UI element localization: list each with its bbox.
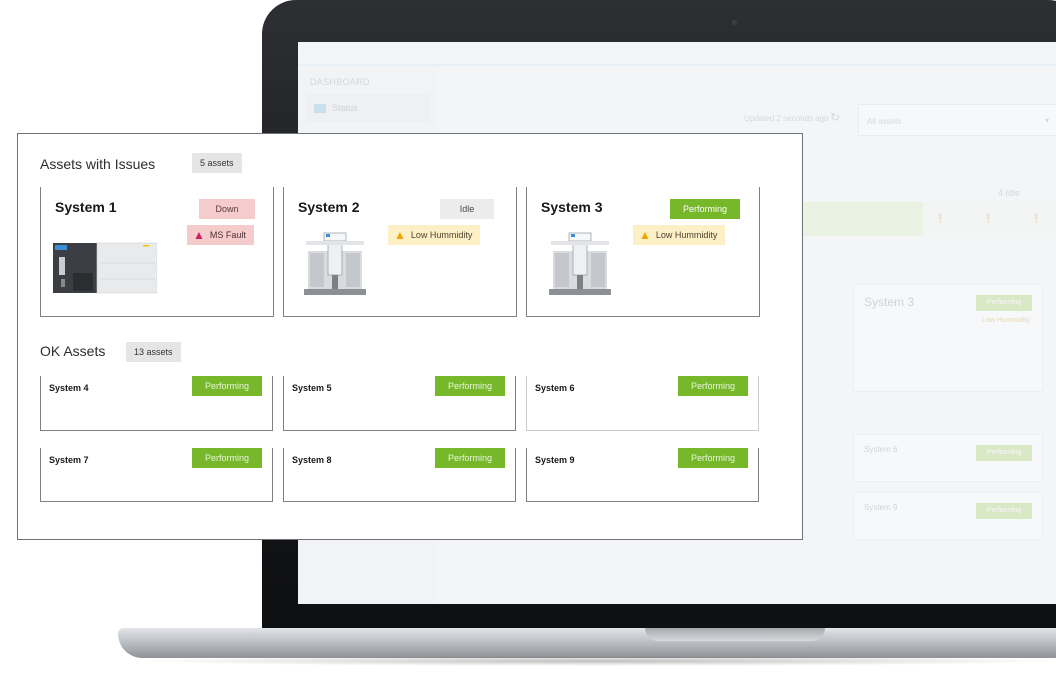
asset-name: System 4 [49, 383, 89, 393]
asset-name: System 7 [49, 455, 89, 465]
fault-warning-icon: ▲ [193, 228, 205, 242]
assets-overview-panel: Assets with Issues 5 assets System 1 Dow… [17, 133, 803, 540]
asset-name: System 1 [55, 199, 117, 215]
status-bar [778, 202, 1056, 236]
issues-section-title: Assets with Issues [40, 156, 156, 172]
asset-name: System 5 [292, 383, 332, 393]
bg-card-alert: Low Hummidity [982, 317, 1030, 324]
status-badge: Performing [670, 199, 740, 219]
asset-card-system-2[interactable]: System 2 Idle ▲ Low Hummidity [283, 187, 517, 317]
alert-badge: ▲ Low Hummidity [388, 225, 481, 245]
asset-card-system-5[interactable]: System 5 Performing [283, 376, 516, 431]
issues-count-badge: 5 assets [192, 153, 242, 173]
instrument-icon [549, 232, 611, 295]
asset-name: System 2 [298, 199, 360, 215]
updated-timestamp: Updated 2 seconds ago [744, 114, 829, 123]
bg-ok-card[interactable]: System 6 Performing [853, 434, 1043, 482]
status-badge: Performing [192, 376, 262, 396]
warning-icon: ▲ [394, 228, 406, 242]
asset-card-system-6[interactable]: System 6 Performing [526, 376, 759, 431]
refresh-icon[interactable]: ↻ [830, 110, 840, 124]
status-badge: Performing [678, 376, 748, 396]
instrument-icon [53, 242, 157, 294]
status-icon [314, 103, 326, 113]
laptop-base [118, 628, 1056, 658]
bg-card-title: System 9 [864, 503, 898, 512]
asset-filter-select[interactable]: All assets ▾ [858, 104, 1056, 136]
status-badge: Performing [192, 448, 262, 468]
status-badge: Down [199, 199, 255, 219]
laptop-notch [645, 628, 825, 641]
status-badge: Idle [440, 199, 494, 219]
warning-icon: ! [938, 210, 943, 226]
warning-icon: ! [1034, 210, 1039, 226]
chevron-down-icon: ▾ [1044, 116, 1049, 125]
sidebar-item-label: Status [332, 103, 358, 113]
idle-count: 4 Idle [998, 188, 1021, 198]
asset-card-system-8[interactable]: System 8 Performing [283, 448, 516, 502]
bg-card-title: System 6 [864, 445, 898, 454]
asset-name: System 3 [541, 199, 603, 215]
asset-card-system-4[interactable]: System 4 Performing [40, 376, 273, 431]
asset-card-system-7[interactable]: System 7 Performing [40, 448, 273, 502]
alert-badge: ▲ MS Fault [187, 225, 254, 245]
alert-label: Low Hummidity [410, 230, 473, 240]
bg-card-title: System 3 [864, 295, 915, 309]
sidebar-section-label: DASHBOARD [310, 77, 370, 87]
bg-ok-card[interactable]: System 9 Performing [853, 492, 1043, 540]
asset-name: System 6 [535, 383, 575, 393]
status-badge: Performing [678, 448, 748, 468]
warning-icon: ▲ [639, 228, 651, 242]
alert-badge: ▲ Low Hummidity [633, 225, 726, 245]
status-badge: Performing [435, 448, 505, 468]
ok-count-badge: 13 assets [126, 342, 181, 362]
asset-name: System 9 [535, 455, 575, 465]
laptop-shadow [130, 656, 1056, 666]
bg-card-status: Performing [976, 503, 1032, 519]
warning-icon: ! [986, 210, 991, 226]
ok-section-title: OK Assets [40, 343, 106, 359]
instrument-icon [304, 232, 366, 295]
asset-filter-value: All assets [867, 117, 902, 126]
bg-card-status: Performing [976, 295, 1032, 311]
asset-card-system-1[interactable]: System 1 Down ▲ MS Fault [40, 187, 274, 317]
asset-name: System 8 [292, 455, 332, 465]
sidebar-item-status[interactable]: Status [306, 94, 430, 122]
alert-label: Low Hummidity [655, 230, 718, 240]
bg-asset-card[interactable]: System 3 Performing Low Hummidity [853, 284, 1043, 392]
asset-card-system-3[interactable]: System 3 Performing ▲ Low Hummidity [526, 187, 760, 317]
asset-card-system-9[interactable]: System 9 Performing [526, 448, 759, 502]
alert-label: MS Fault [209, 230, 246, 240]
status-badge: Performing [435, 376, 505, 396]
bg-card-status: Performing [976, 445, 1032, 461]
camera-dot [732, 20, 737, 25]
